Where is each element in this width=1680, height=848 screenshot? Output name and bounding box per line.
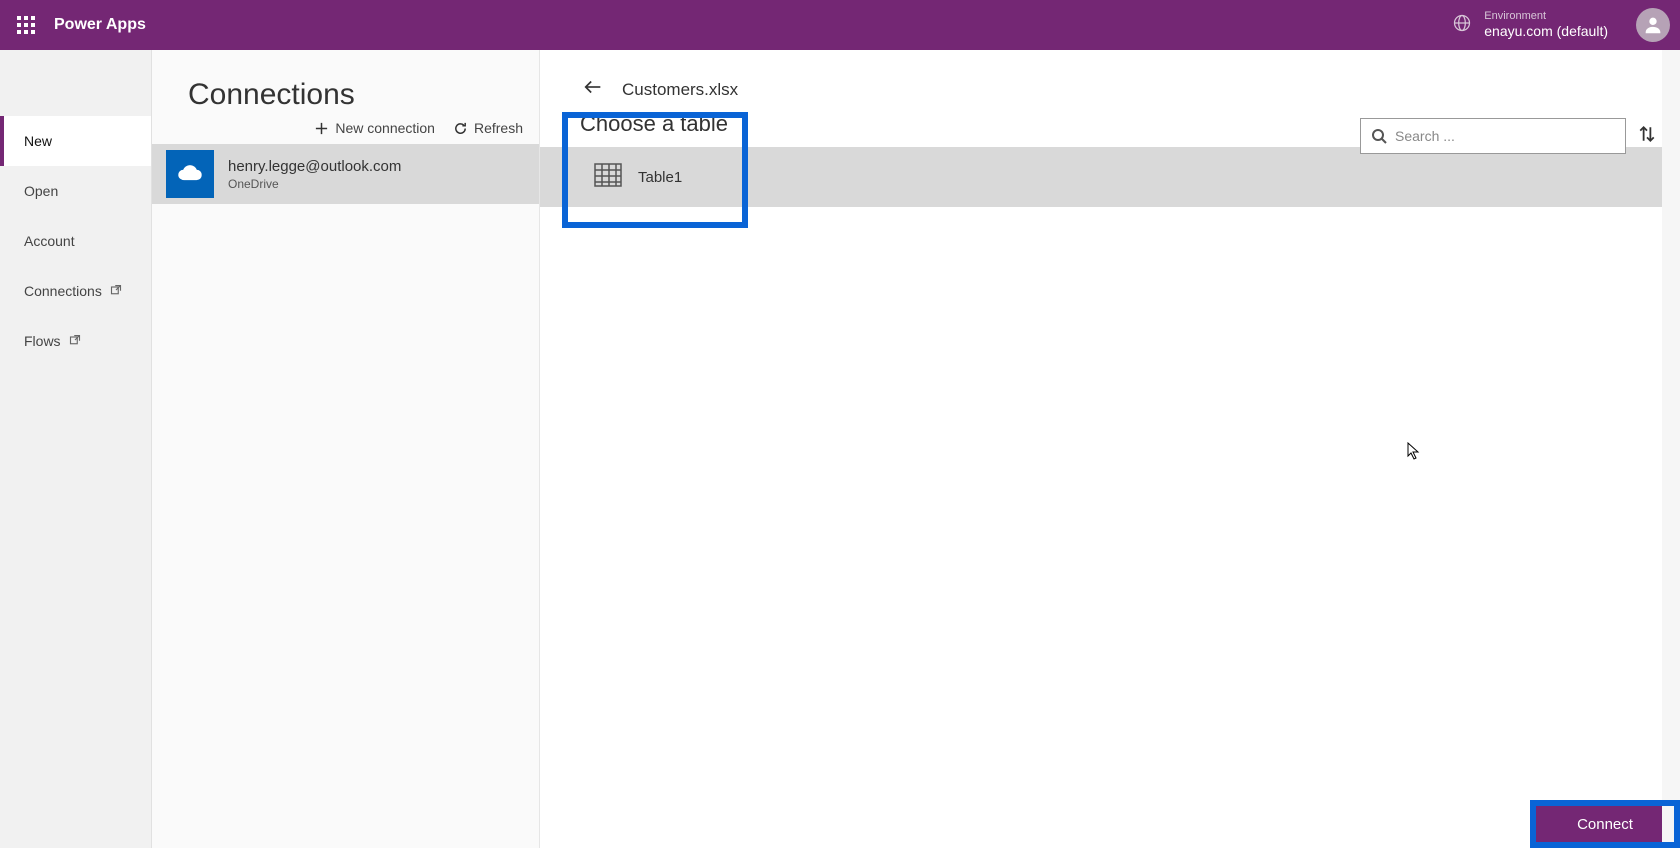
nav-label: Flows [24,333,61,349]
nav-label: Connections [24,283,102,299]
refresh-icon [453,121,468,136]
user-avatar[interactable] [1636,8,1670,42]
new-connection-button[interactable]: New connection [314,120,435,136]
plus-icon [314,121,329,136]
connections-title: Connections [152,78,539,112]
external-link-icon [110,283,122,299]
onedrive-icon [166,150,214,198]
table-name: Table1 [638,169,682,186]
new-connection-label: New connection [335,120,435,136]
connect-button[interactable]: Connect [1536,806,1674,842]
nav-item-new[interactable]: New [0,116,151,166]
sort-button[interactable] [1638,125,1656,148]
nav-item-account[interactable]: Account [0,216,151,266]
table-icon [594,163,622,192]
environment-picker[interactable]: Environment enayu.com (default) [1452,10,1608,40]
refresh-button[interactable]: Refresh [453,120,523,136]
nav-label: Open [24,183,58,199]
environment-icon [1452,13,1472,38]
person-icon [1642,14,1664,36]
table-picker-panel: Customers.xlsx Choose a table [540,50,1680,848]
top-bar: Power Apps Environment enayu.com (defaul… [0,0,1680,50]
table-item[interactable]: Table1 [540,147,1680,207]
connection-item[interactable]: henry.legge@outlook.com OneDrive [152,144,539,204]
nav-item-open[interactable]: Open [0,166,151,216]
sort-icon [1638,125,1656,143]
environment-label: Environment [1484,10,1608,22]
search-box[interactable] [1360,118,1626,154]
external-link-icon [69,333,81,349]
connection-subtitle: OneDrive [228,177,401,191]
arrow-left-icon [582,76,604,98]
refresh-label: Refresh [474,120,523,136]
connection-title: henry.legge@outlook.com [228,158,401,175]
back-button[interactable] [582,76,604,103]
waffle-icon [17,16,35,34]
connect-label: Connect [1577,816,1633,833]
search-input[interactable] [1395,128,1615,144]
nav-item-connections[interactable]: Connections [0,266,151,316]
environment-name: enayu.com (default) [1484,22,1608,40]
right-gutter [1662,50,1680,848]
left-nav: New Open Account Connections Flows [0,50,152,848]
breadcrumb-file: Customers.xlsx [622,80,738,100]
connections-panel: Connections New connection Refresh henry… [152,50,540,848]
mouse-cursor-icon [1407,442,1421,465]
nav-item-flows[interactable]: Flows [0,316,151,366]
app-launcher-button[interactable] [10,9,42,41]
search-icon [1371,128,1387,144]
nav-label: New [24,133,52,149]
brand-title: Power Apps [54,16,146,34]
nav-label: Account [24,233,75,249]
